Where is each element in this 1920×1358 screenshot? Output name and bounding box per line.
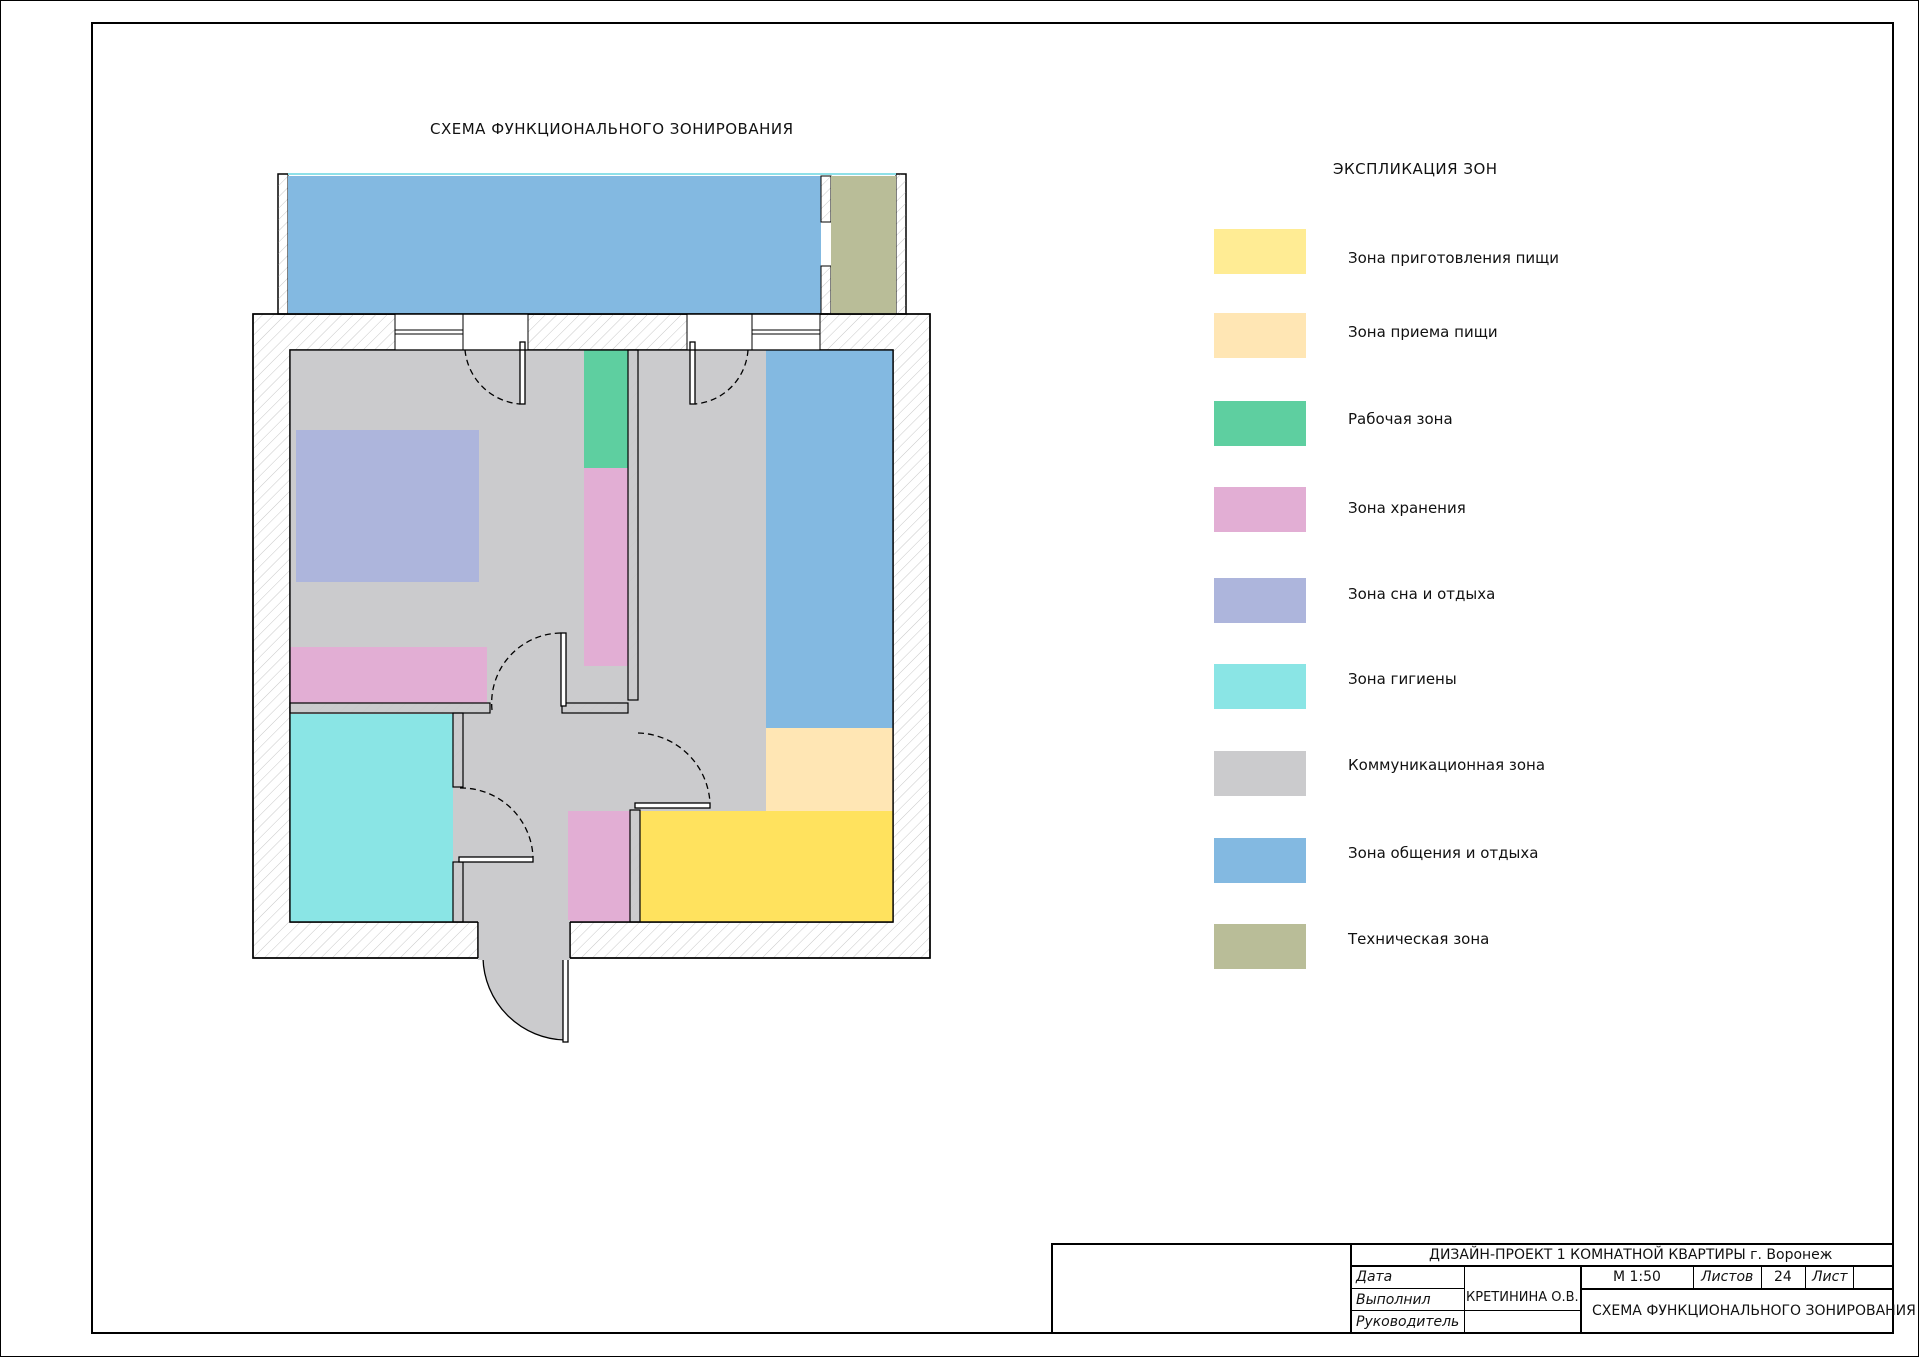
legend-label-lounge: Зона общения и отдыха bbox=[1348, 844, 1539, 862]
dining-zone bbox=[766, 728, 893, 811]
legend-swatch-cooking bbox=[1214, 229, 1306, 274]
legend-label-work: Рабочая зона bbox=[1348, 410, 1453, 428]
legend-label-storage: Зона хранения bbox=[1348, 499, 1466, 517]
legend-swatch-storage bbox=[1214, 487, 1306, 532]
cooking-zone bbox=[640, 811, 893, 922]
sheets-count: 24 bbox=[1774, 1269, 1792, 1285]
legend-swatch-technical bbox=[1214, 924, 1306, 969]
legend-title: ЭКСПЛИКАЦИЯ ЗОН bbox=[1333, 160, 1498, 178]
legend-swatch-work bbox=[1214, 401, 1306, 446]
performer-name: КРЕТИНИНА О.В. bbox=[1466, 1290, 1579, 1305]
supervisor-label: Руководитель bbox=[1356, 1314, 1460, 1330]
storage-zone-bedroom bbox=[290, 647, 487, 703]
legend-label-technical: Техническая зона bbox=[1348, 930, 1490, 948]
living-zone bbox=[766, 350, 893, 728]
legend-swatch-communication bbox=[1214, 751, 1306, 796]
sleep-zone bbox=[296, 430, 479, 582]
legend-label-hygiene: Зона гигиены bbox=[1348, 670, 1457, 688]
technical-zone bbox=[831, 176, 896, 314]
sheets-label: Листов bbox=[1701, 1269, 1754, 1285]
legend-swatch-lounge bbox=[1214, 838, 1306, 883]
storage-zone-wardrobe bbox=[584, 468, 628, 666]
legend-swatch-sleep bbox=[1214, 578, 1306, 623]
sheet-title: СХЕМА ФУНКЦИОНАЛЬНОГО ЗОНИРОВАНИЯ bbox=[1592, 1303, 1916, 1319]
legend-label-communication: Коммуникационная зона bbox=[1348, 756, 1546, 774]
floor-plan bbox=[252, 173, 931, 1043]
performed-label: Выполнил bbox=[1356, 1292, 1431, 1308]
balcony bbox=[277, 173, 907, 315]
work-zone bbox=[584, 350, 628, 468]
project-title: ДИЗАЙН-ПРОЕКТ 1 КОМНАТНОЙ КВАРТИРЫ г. Во… bbox=[1429, 1247, 1833, 1263]
balcony-lounge-zone bbox=[288, 176, 821, 314]
date-label: Дата bbox=[1356, 1269, 1393, 1285]
hygiene-zone bbox=[290, 714, 453, 922]
scale: М 1:50 bbox=[1613, 1269, 1661, 1285]
legend-label-dining: Зона приема пищи bbox=[1348, 323, 1498, 341]
legend-label-cooking: Зона приготовления пищи bbox=[1348, 249, 1560, 267]
legend-swatch-dining bbox=[1214, 313, 1306, 358]
storage-zone-hall bbox=[568, 811, 630, 922]
title-block: ДИЗАЙН-ПРОЕКТ 1 КОМНАТНОЙ КВАРТИРЫ г. Во… bbox=[1051, 1243, 1916, 1334]
legend-label-sleep: Зона сна и отдыха bbox=[1348, 585, 1496, 603]
legend-swatch-hygiene bbox=[1214, 664, 1306, 709]
sheet-label: Лист bbox=[1812, 1269, 1848, 1285]
